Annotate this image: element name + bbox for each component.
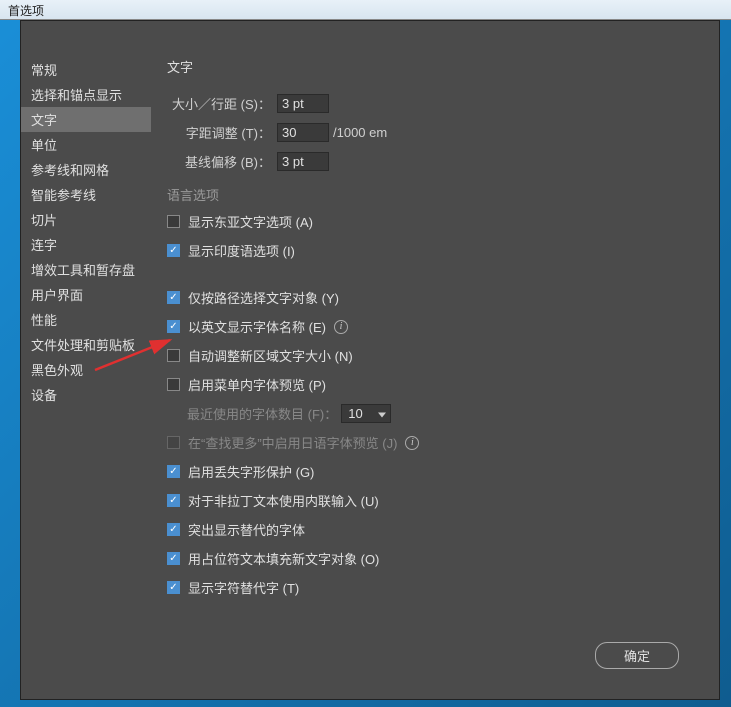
path-select-row[interactable]: 仅按路径选择文字对象 (Y) (167, 288, 699, 307)
checkbox-menu-preview[interactable] (167, 378, 180, 391)
sidebar-item[interactable]: 智能参考线 (21, 182, 151, 207)
indic-row[interactable]: 显示印度语选项 (I) (167, 241, 699, 260)
recent-fonts-select[interactable]: 10 (341, 404, 391, 423)
checkbox-english-font[interactable] (167, 320, 180, 333)
sidebar-item[interactable]: 黑色外观 (21, 357, 151, 382)
alt-font-label: 突出显示替代的字体 (188, 520, 305, 539)
menu-preview-label: 启用菜单内字体预览 (P) (188, 375, 326, 394)
sidebar-item[interactable]: 选择和锚点显示 (21, 82, 151, 107)
size-row: 大小／行距 (S)： (167, 94, 699, 113)
placeholder-text-row[interactable]: 用占位符文本填充新文字对象 (O) (167, 549, 699, 568)
checkbox-alt-font[interactable] (167, 523, 180, 536)
size-label: 大小／行距 (S)： (167, 94, 277, 113)
placeholder-text-label: 用占位符文本填充新文字对象 (O) (188, 549, 379, 568)
menu-preview-row[interactable]: 启用菜单内字体预览 (P) (167, 375, 699, 394)
tracking-input[interactable] (277, 123, 329, 142)
jp-preview-row[interactable]: 在“查找更多”中启用日语字体预览 (J) i (167, 433, 699, 452)
info-icon[interactable]: i (334, 320, 348, 334)
window-titlebar: 首选项 (0, 0, 731, 20)
checkbox-path-select[interactable] (167, 291, 180, 304)
sidebar-item[interactable]: 单位 (21, 132, 151, 157)
auto-resize-label: 自动调整新区域文字大小 (N) (188, 346, 353, 365)
sidebar-item[interactable]: 常规 (21, 57, 151, 82)
baseline-input[interactable] (277, 152, 329, 171)
alt-glyph-label: 显示字符替代字 (T) (188, 578, 299, 597)
auto-resize-row[interactable]: 自动调整新区域文字大小 (N) (167, 346, 699, 365)
checkbox-indic[interactable] (167, 244, 180, 257)
tracking-suffix: /1000 em (329, 125, 387, 140)
alt-glyph-row[interactable]: 显示字符替代字 (T) (167, 578, 699, 597)
baseline-row: 基线偏移 (B)： (167, 152, 699, 171)
checkbox-auto-resize[interactable] (167, 349, 180, 362)
checkbox-missing-glyph[interactable] (167, 465, 180, 478)
inline-input-row[interactable]: 对于非拉丁文本使用内联输入 (U) (167, 491, 699, 510)
east-asian-label: 显示东亚文字选项 (A) (188, 212, 313, 231)
checkbox-east-asian[interactable] (167, 215, 180, 228)
info-icon[interactable]: i (405, 436, 419, 450)
sidebar-item[interactable]: 文字 (21, 107, 151, 132)
window-title: 首选项 (8, 4, 44, 18)
inline-input-label: 对于非拉丁文本使用内联输入 (U) (188, 491, 379, 510)
english-font-row[interactable]: 以英文显示字体名称 (E) i (167, 317, 699, 336)
east-asian-row[interactable]: 显示东亚文字选项 (A) (167, 212, 699, 231)
ok-button[interactable]: 确定 (595, 642, 679, 669)
recent-fonts-value: 10 (348, 406, 362, 421)
path-select-label: 仅按路径选择文字对象 (Y) (188, 288, 339, 307)
sidebar-item[interactable]: 性能 (21, 307, 151, 332)
sidebar: 常规选择和锚点显示文字单位参考线和网格智能参考线切片连字增效工具和暂存盘用户界面… (21, 21, 151, 699)
tracking-label: 字距调整 (T)： (167, 123, 277, 142)
checkbox-alt-glyph[interactable] (167, 581, 180, 594)
checkbox-jp-preview[interactable] (167, 436, 180, 449)
preferences-dialog: 常规选择和锚点显示文字单位参考线和网格智能参考线切片连字增效工具和暂存盘用户界面… (20, 20, 720, 700)
language-section-title: 语言选项 (167, 185, 699, 204)
ok-button-label: 确定 (624, 649, 650, 664)
size-input[interactable] (277, 94, 329, 113)
recent-fonts-label: 最近使用的字体数目 (F)： (187, 404, 337, 423)
missing-glyph-label: 启用丢失字形保护 (G) (188, 462, 314, 481)
sidebar-item[interactable]: 增效工具和暂存盘 (21, 257, 151, 282)
sidebar-item[interactable]: 连字 (21, 232, 151, 257)
main-panel: 文字 大小／行距 (S)： 字距调整 (T)： /1000 em 基线偏移 (B… (151, 21, 719, 699)
jp-preview-label: 在“查找更多”中启用日语字体预览 (J) (188, 433, 397, 452)
language-section: 语言选项 显示东亚文字选项 (A) 显示印度语选项 (I) (167, 185, 699, 260)
recent-fonts-row: 最近使用的字体数目 (F)： 10 (167, 404, 699, 423)
sidebar-item[interactable]: 参考线和网格 (21, 157, 151, 182)
checkbox-placeholder-text[interactable] (167, 552, 180, 565)
alt-font-row[interactable]: 突出显示替代的字体 (167, 520, 699, 539)
sidebar-item[interactable]: 用户界面 (21, 282, 151, 307)
checkbox-inline-input[interactable] (167, 494, 180, 507)
sidebar-item[interactable]: 切片 (21, 207, 151, 232)
sidebar-item[interactable]: 设备 (21, 382, 151, 407)
tracking-row: 字距调整 (T)： /1000 em (167, 123, 699, 142)
panel-header: 文字 (167, 57, 699, 76)
english-font-label: 以英文显示字体名称 (E) (188, 317, 326, 336)
indic-label: 显示印度语选项 (I) (188, 241, 295, 260)
baseline-label: 基线偏移 (B)： (167, 152, 277, 171)
missing-glyph-row[interactable]: 启用丢失字形保护 (G) (167, 462, 699, 481)
sidebar-item[interactable]: 文件处理和剪贴板 (21, 332, 151, 357)
